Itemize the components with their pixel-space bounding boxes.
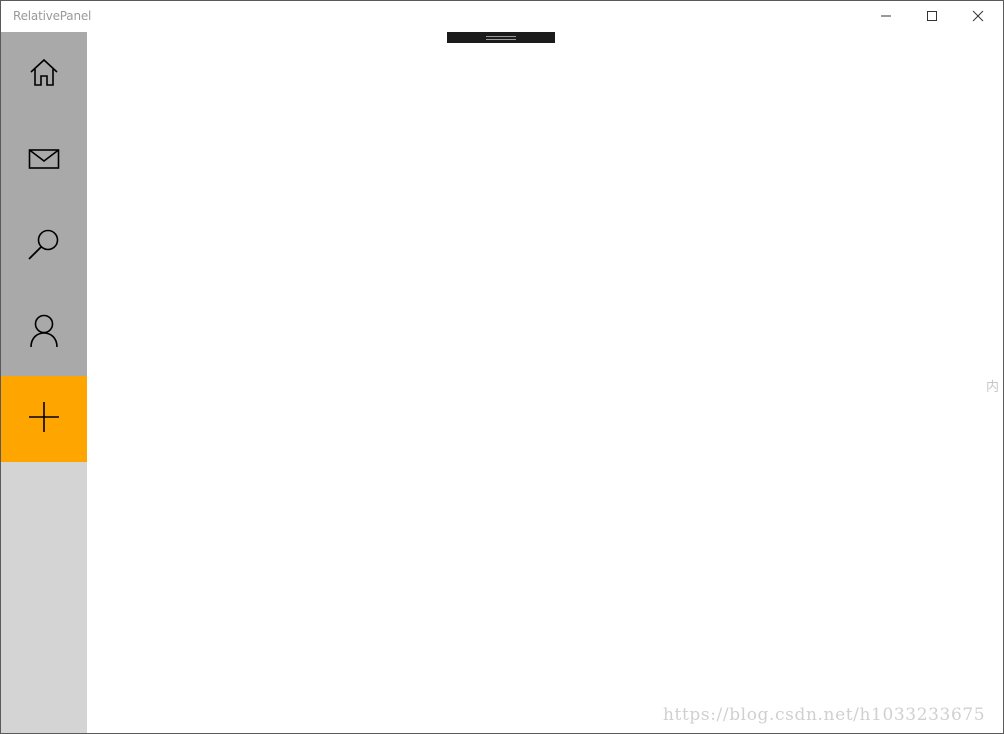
grip-line	[486, 36, 516, 37]
side-text: 内	[986, 380, 1000, 395]
contact-icon	[29, 314, 59, 352]
window-title: RelativePanel	[13, 9, 92, 23]
maximize-button[interactable]	[909, 1, 955, 32]
mail-icon	[28, 147, 60, 175]
sidebar	[1, 32, 87, 733]
close-icon	[972, 7, 984, 26]
search-icon	[27, 228, 61, 266]
app-window: RelativePanel 内 https://blog.csdn.net/h1…	[0, 0, 1004, 734]
sidebar-item-search[interactable]	[1, 204, 87, 290]
sidebar-item-mail[interactable]	[1, 118, 87, 204]
add-icon	[28, 401, 60, 437]
drag-handle[interactable]	[447, 32, 555, 43]
sidebar-item-contact[interactable]	[1, 290, 87, 376]
grip-line	[486, 39, 516, 40]
main-content	[87, 32, 1003, 733]
minimize-button[interactable]	[863, 1, 909, 32]
sidebar-item-add[interactable]	[1, 376, 87, 462]
maximize-icon	[926, 7, 938, 26]
sidebar-item-home[interactable]	[1, 32, 87, 118]
watermark: https://blog.csdn.net/h1033233675	[663, 705, 986, 725]
title-bar[interactable]: RelativePanel	[1, 1, 1003, 32]
close-button[interactable]	[955, 1, 1001, 32]
home-icon	[29, 58, 59, 92]
minimize-icon	[880, 7, 892, 26]
